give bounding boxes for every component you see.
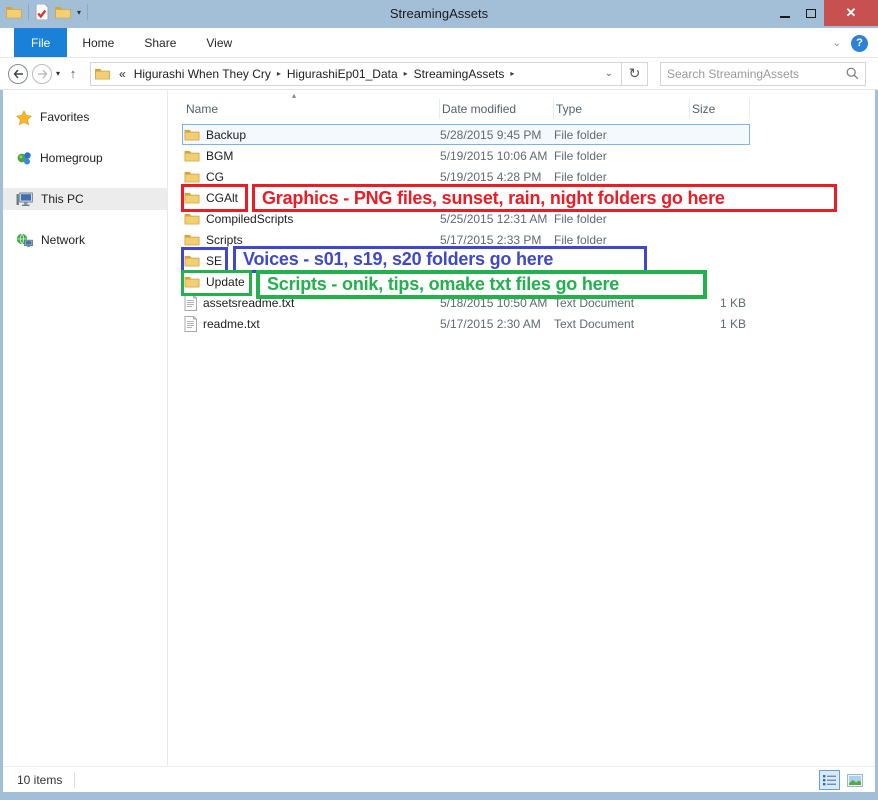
- maximize-icon: [806, 9, 816, 18]
- folder-icon: [184, 170, 200, 183]
- address-bar: ▾ ↑ « Higurashi When They Cry ▸ Higurash…: [0, 58, 878, 90]
- ribbon-tab-bar: File Home Share View ⌄ ?: [0, 28, 878, 58]
- sidebar-item-label: Network: [41, 233, 85, 247]
- expand-ribbon-chevron-icon[interactable]: ⌄: [833, 38, 841, 49]
- annotation-red-text: Graphics - PNG files, sunset, rain, nigh…: [252, 184, 837, 212]
- forward-button[interactable]: [32, 64, 52, 84]
- recent-locations-dropdown-icon[interactable]: ▾: [56, 69, 60, 78]
- explorer-window: ▾ StreamingAssets ✕ File Home Share View…: [0, 0, 878, 800]
- breadcrumb-arrow-icon[interactable]: ▸: [402, 69, 410, 78]
- back-button[interactable]: [8, 64, 28, 84]
- folder-icon: [184, 149, 200, 162]
- title-bar: ▾ StreamingAssets ✕: [0, 0, 878, 28]
- details-view-button[interactable]: [819, 770, 840, 790]
- navigation-pane: Favorites Homegroup This PC Network: [3, 90, 168, 766]
- breadcrumb-segment-1[interactable]: Higurashi When They Cry: [130, 67, 275, 81]
- breadcrumb-prefix: «: [115, 67, 130, 81]
- sidebar-item-favorites[interactable]: Favorites: [3, 106, 167, 128]
- column-header-date-modified[interactable]: Date modified: [440, 99, 554, 119]
- column-header-type[interactable]: Type: [554, 99, 690, 119]
- address-box[interactable]: « Higurashi When They Cry ▸ HigurashiEp0…: [90, 62, 648, 86]
- minimize-icon: [780, 16, 790, 18]
- minimize-button[interactable]: [772, 1, 798, 25]
- tab-file[interactable]: File: [14, 28, 67, 57]
- tab-view[interactable]: View: [191, 28, 247, 57]
- sidebar-item-label: Homegroup: [40, 151, 103, 165]
- file-row[interactable]: Backup 5/28/2015 9:45 PM File folder: [182, 124, 750, 145]
- breadcrumb-segment-3[interactable]: StreamingAssets: [410, 67, 509, 81]
- sidebar-item-network[interactable]: Network: [3, 229, 167, 251]
- tab-share[interactable]: Share: [129, 28, 191, 57]
- maximize-button[interactable]: [798, 1, 824, 25]
- breadcrumb-segment-2[interactable]: HigurashiEp01_Data: [283, 67, 402, 81]
- network-icon: [16, 233, 33, 248]
- status-separator: [74, 772, 75, 788]
- folder-icon: [184, 233, 200, 246]
- folder-icon: [184, 128, 200, 141]
- breadcrumb-arrow-icon[interactable]: ▸: [508, 69, 516, 78]
- text-file-icon: [184, 316, 197, 332]
- column-header-size[interactable]: Size: [690, 99, 750, 119]
- computer-icon: [16, 192, 33, 207]
- up-button[interactable]: ↑: [64, 66, 82, 81]
- annotation-green-text: Scripts - onik, tips, omake txt files go…: [256, 270, 707, 299]
- file-rows: Backup 5/28/2015 9:45 PM File folder BGM…: [182, 124, 875, 334]
- search-icon[interactable]: [846, 67, 859, 80]
- window-controls: ✕: [772, 0, 878, 26]
- folder-icon: [184, 212, 200, 225]
- homegroup-icon: [16, 150, 32, 166]
- tab-home[interactable]: Home: [67, 28, 129, 57]
- close-button[interactable]: ✕: [824, 0, 878, 26]
- sidebar-item-this-pc[interactable]: This PC: [3, 188, 167, 210]
- sidebar-item-label: This PC: [41, 192, 84, 206]
- window-title: StreamingAssets: [0, 0, 878, 28]
- search-input[interactable]: [667, 67, 846, 81]
- annotation-red-target-box: [181, 184, 248, 212]
- item-count: 10 items: [3, 773, 62, 787]
- search-box: [660, 62, 866, 86]
- annotation-blue-text: Voices - s01, s19, s20 folders go here: [233, 246, 647, 273]
- refresh-icon[interactable]: ↻: [621, 63, 647, 85]
- file-row[interactable]: readme.txt 5/17/2015 2:30 AM Text Docume…: [182, 313, 750, 334]
- file-row[interactable]: BGM 5/19/2015 10:06 AM File folder: [182, 145, 750, 166]
- address-dropdown-chevron-icon[interactable]: ⌄: [597, 68, 621, 79]
- annotation-green-target-box: [181, 270, 252, 296]
- sidebar-item-homegroup[interactable]: Homegroup: [3, 147, 167, 169]
- column-headers: ▴ Name Date modified Type Size: [182, 96, 875, 122]
- breadcrumb-arrow-icon[interactable]: ▸: [275, 69, 283, 78]
- text-file-icon: [184, 295, 197, 311]
- status-bar: 10 items: [3, 766, 875, 792]
- sort-ascending-icon: ▴: [292, 91, 296, 100]
- window-bottom-border: [0, 792, 878, 800]
- sidebar-item-label: Favorites: [40, 110, 89, 124]
- help-icon[interactable]: ?: [851, 35, 868, 52]
- column-header-name[interactable]: Name: [182, 99, 440, 119]
- thumbnails-view-button[interactable]: [844, 770, 865, 790]
- star-icon: [16, 110, 32, 125]
- address-folder-icon: [95, 67, 110, 80]
